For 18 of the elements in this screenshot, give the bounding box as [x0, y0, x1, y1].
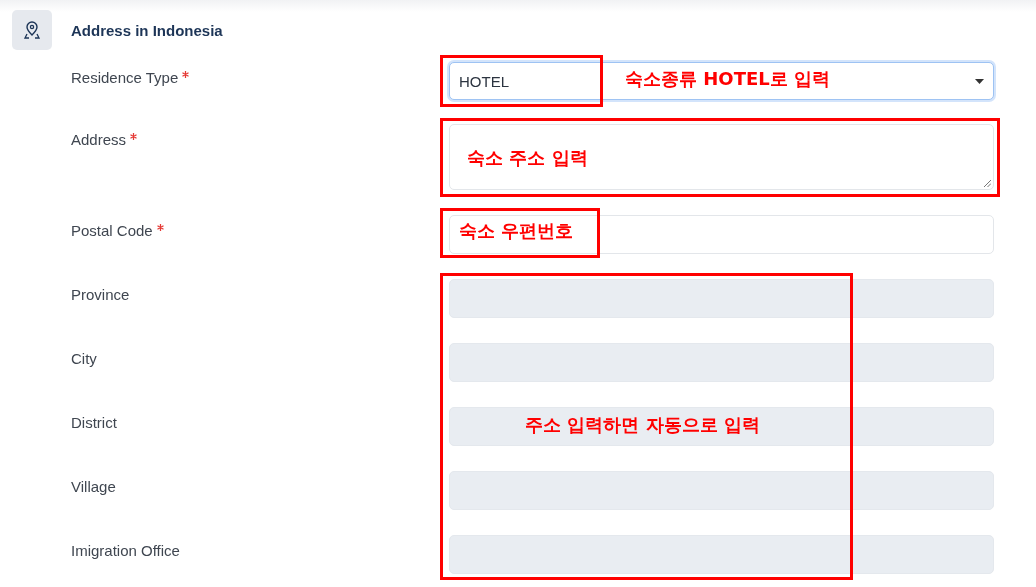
field-label: Residence Type	[71, 69, 179, 86]
field-label: Address	[71, 131, 127, 148]
field-label: Village	[71, 478, 116, 495]
caret-icon	[975, 79, 984, 84]
location-icon	[12, 10, 52, 50]
annotation-text: 숙소 주소 입력	[467, 146, 588, 170]
field-label: Postal Code	[71, 222, 153, 239]
field-label: District	[71, 414, 117, 431]
annotation-text: 숙소종류 HOTEL로 입력	[625, 67, 830, 91]
field-label: Province	[71, 286, 130, 303]
annotation-text: 숙소 우편번호	[459, 219, 574, 243]
field-label: Imigration Office	[71, 542, 180, 559]
annotation-text: 주소 입력하면 자동으로 입력	[525, 413, 760, 437]
address-field[interactable]	[449, 124, 994, 190]
input-field[interactable]	[449, 215, 994, 254]
field-label: City	[71, 350, 97, 367]
section-title: Address in Indonesia	[71, 21, 223, 39]
resize-grip-icon	[983, 179, 991, 187]
